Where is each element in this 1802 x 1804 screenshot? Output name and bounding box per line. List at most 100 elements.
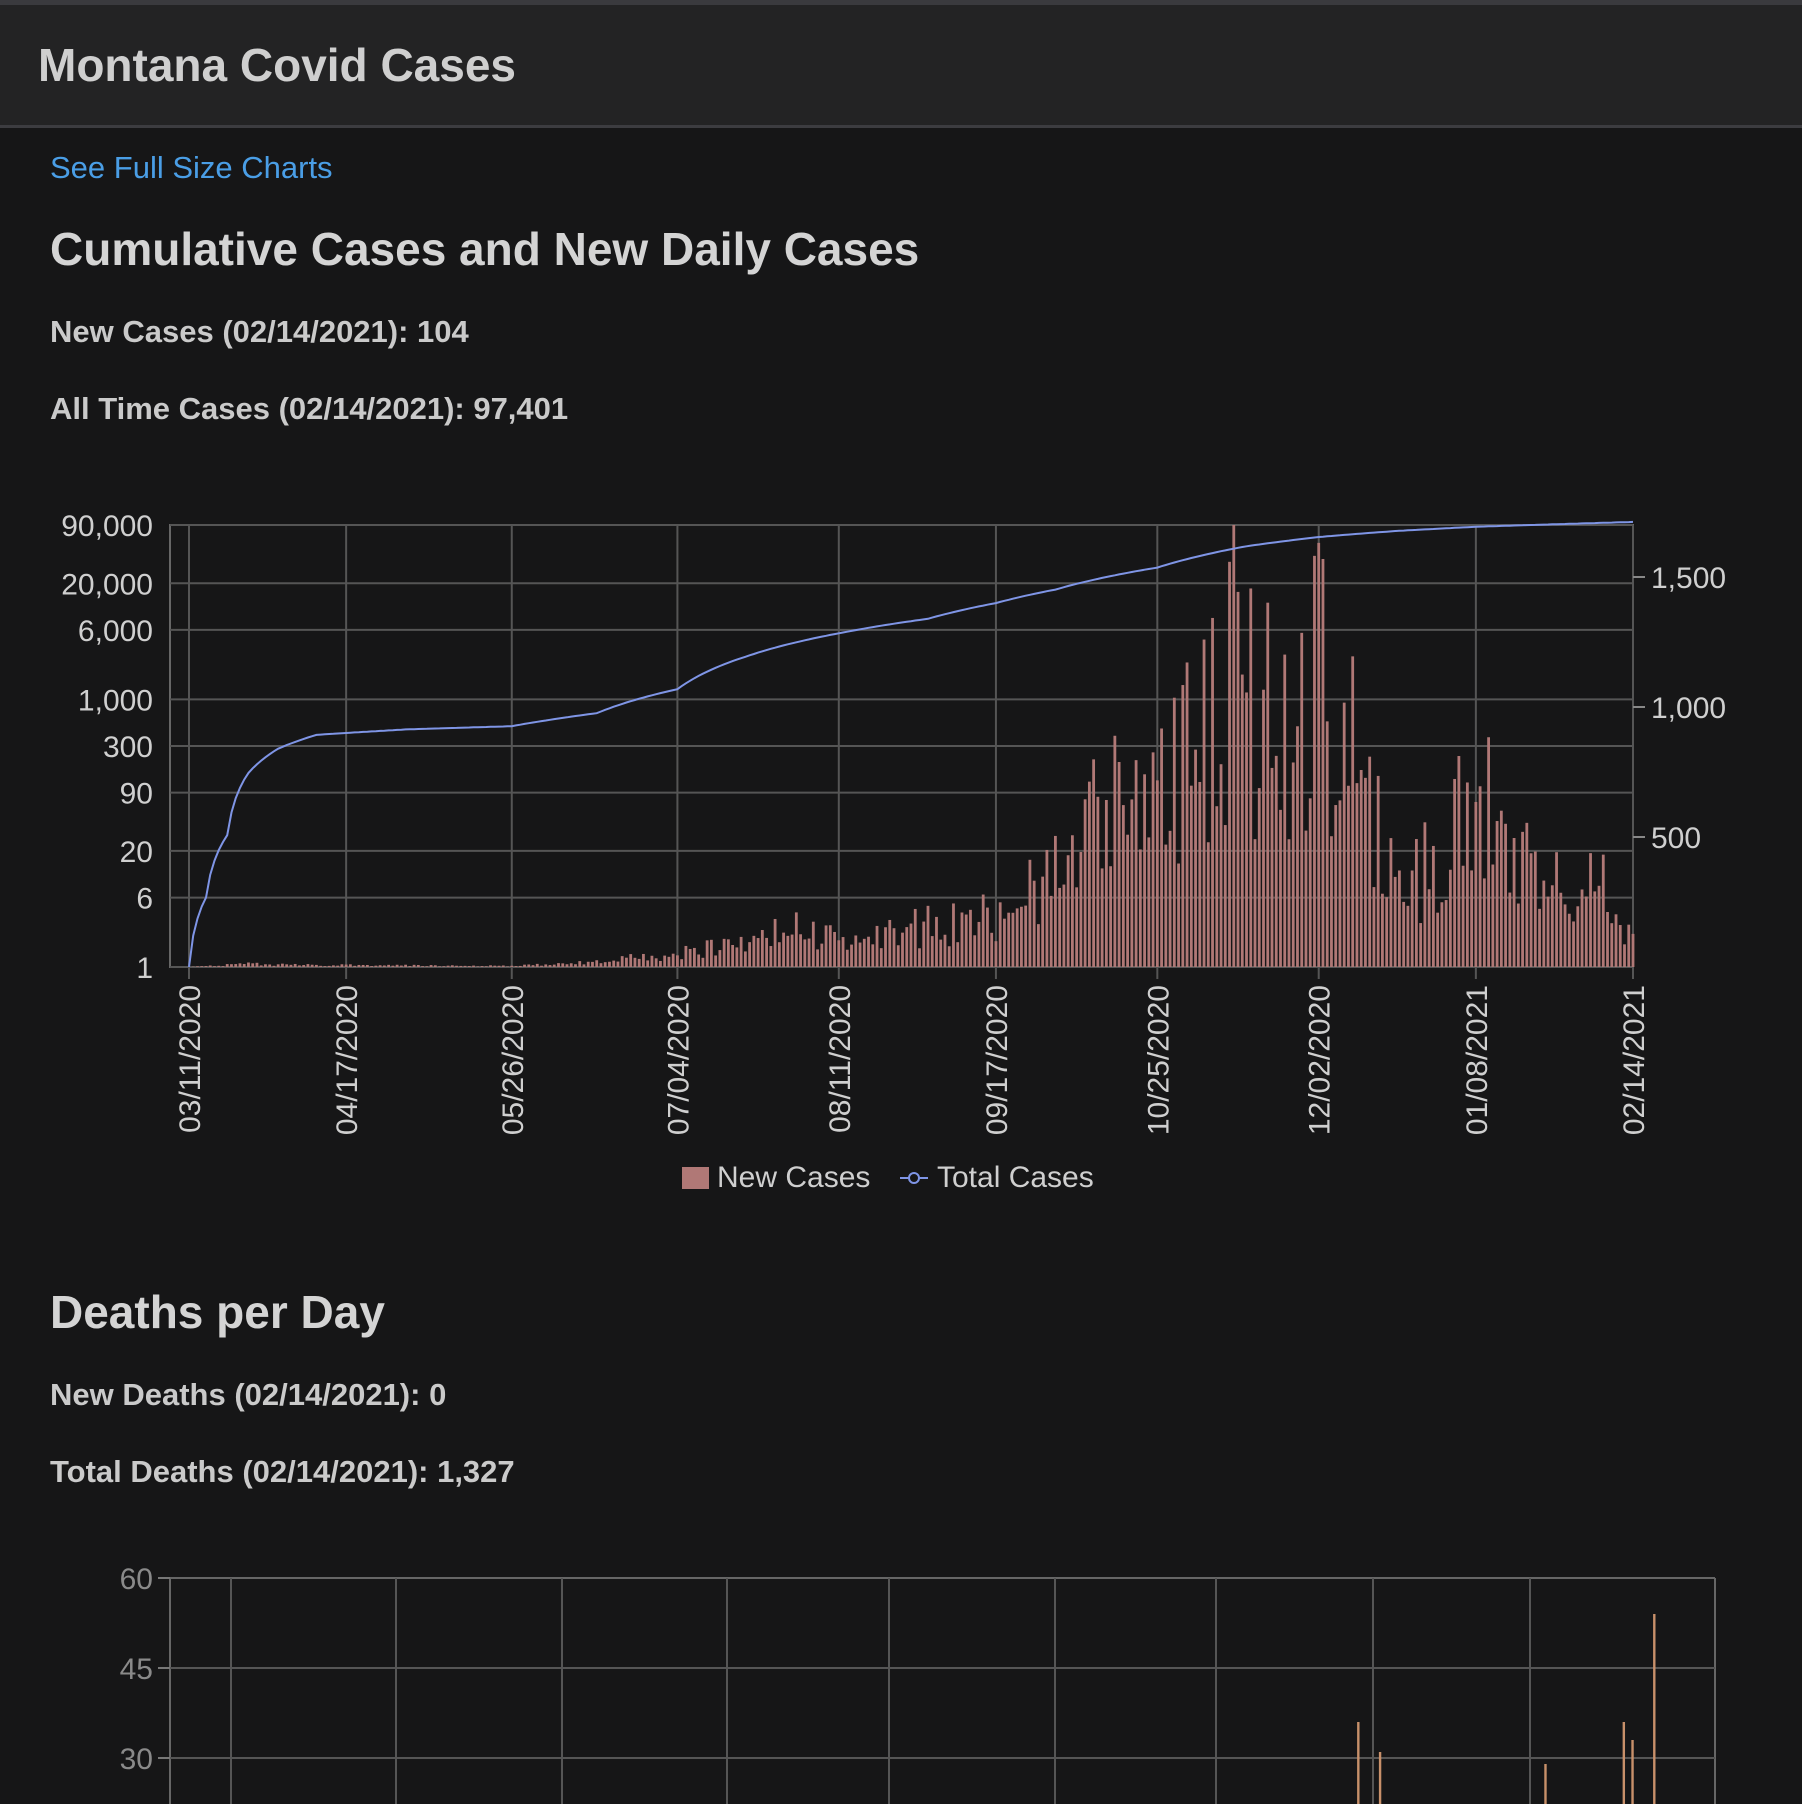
new-cases-bar [1398, 870, 1401, 967]
new-cases-bar [1589, 853, 1592, 967]
new-cases-bar [1457, 756, 1461, 967]
new-cases-bar [344, 964, 348, 967]
new-cases-bar [1155, 780, 1159, 967]
new-cases-bar [1431, 845, 1435, 967]
new-cases-bar [1495, 821, 1499, 967]
x-tick-label: 07/04/2020 [662, 985, 695, 1135]
new-cases-bar [234, 964, 238, 967]
new-cases-bar [1470, 870, 1474, 967]
new-cases-bar [884, 927, 887, 967]
new-cases-bar [773, 918, 777, 967]
new-cases-bar [841, 937, 845, 967]
new-cases-bar [1487, 737, 1490, 967]
new-cases-bar [1168, 830, 1172, 967]
new-cases-bar [510, 965, 514, 967]
new-cases-bar [1516, 903, 1520, 967]
page-title: Montana Covid Cases [38, 39, 516, 91]
new-cases-bar [1223, 825, 1227, 967]
new-cases-bar [913, 908, 917, 967]
new-cases-bar [1504, 823, 1507, 967]
full-size-charts-link[interactable]: See Full Size Charts [50, 150, 333, 186]
new-cases-bar [1160, 728, 1163, 967]
new-cases-bar [230, 964, 233, 967]
deaths-y-tick-label: 30 [120, 1743, 153, 1776]
new-cases-bar [1381, 893, 1384, 967]
new-cases-bar [1100, 868, 1104, 967]
x-tick-label: 08/11/2020 [824, 985, 857, 1133]
new-cases-bar [276, 964, 280, 967]
new-cases-bar [697, 954, 701, 967]
new-cases-bar [1444, 900, 1448, 967]
new-cases-bar [1215, 806, 1219, 967]
new-cases-bar [476, 966, 480, 967]
new-cases-bar [1291, 762, 1295, 967]
new-cases-bar [947, 946, 951, 967]
new-cases-bar [421, 966, 424, 967]
new-cases-bar [425, 966, 429, 967]
new-cases-bar [535, 963, 539, 967]
new-cases-bar [472, 965, 475, 967]
new-cases-bar [799, 934, 802, 967]
new-cases-bar [930, 936, 934, 967]
new-cases-bar [489, 965, 492, 967]
new-cases-bar [353, 965, 357, 967]
top-bar: Montana Covid Cases [0, 0, 1802, 128]
new-cases-bar [1453, 778, 1457, 967]
new-cases-bar [523, 964, 526, 967]
new-cases-bar [361, 964, 365, 967]
new-cases-bar [1406, 905, 1410, 967]
y-left-tick-label: 90,000 [61, 510, 153, 543]
new-cases-bar [879, 948, 883, 967]
new-cases-bar [264, 964, 267, 967]
new-cases-bar [1593, 891, 1597, 967]
new-cases-bar [1206, 842, 1210, 967]
new-cases-bar [1563, 904, 1567, 967]
deaths-y-tick-label: 45 [120, 1653, 153, 1686]
new-cases-bar [1143, 774, 1146, 967]
new-cases-bar [544, 964, 548, 967]
new-cases-bar [399, 965, 403, 967]
new-cases-bar [319, 965, 323, 967]
new-cases-bar [1151, 752, 1155, 967]
new-cases-bar [306, 964, 310, 967]
new-cases-bar [896, 945, 900, 967]
y-left-tick-label: 20 [120, 836, 153, 869]
new-cases-bar [1465, 782, 1469, 967]
legend-new-cases-label: New Cases [717, 1161, 870, 1194]
new-cases-bar [1482, 878, 1486, 967]
new-cases-bar [1584, 896, 1588, 967]
new-cases-bar [1385, 897, 1389, 967]
new-cases-bar [459, 965, 463, 967]
y-left-tick-label: 6,000 [78, 615, 153, 648]
new-cases-bar [1194, 749, 1197, 967]
new-cases-bar [735, 947, 739, 967]
new-cases-bar [493, 965, 497, 967]
new-cases-bar [709, 939, 713, 967]
new-cases-bar [348, 964, 352, 967]
new-cases-bar [196, 966, 199, 967]
new-cases-bar [1461, 865, 1465, 967]
new-cases-bar [281, 963, 284, 967]
new-cases-bar [480, 966, 484, 967]
new-cases-bar [828, 925, 832, 967]
x-tick-label: 09/17/2020 [981, 985, 1014, 1135]
new-cases-bar [956, 942, 960, 967]
deaths-bars [1357, 1614, 1656, 1804]
new-cases-bar [726, 939, 730, 967]
legend-total-cases-marker [908, 1172, 920, 1184]
y-left-tick-label: 1,000 [78, 684, 153, 717]
new-cases-bar [998, 902, 1002, 967]
new-cases-bar [1347, 785, 1350, 967]
new-cases-bar [943, 934, 947, 967]
new-cases-bar [1211, 617, 1214, 967]
new-cases-bar [442, 966, 446, 967]
new-cases-bar [1521, 831, 1524, 967]
new-cases-bar [1172, 697, 1176, 967]
new-cases-bar [1606, 911, 1609, 967]
new-cases-bar [854, 935, 858, 967]
new-cases-bar [332, 965, 335, 967]
new-cases-bar [701, 957, 705, 967]
new-cases-bar [591, 961, 594, 967]
new-cases-stat: New Cases (02/14/2021): 104 [50, 314, 469, 349]
deaths-section: Deaths per Day New Deaths (02/14/2021): … [50, 1285, 515, 1490]
